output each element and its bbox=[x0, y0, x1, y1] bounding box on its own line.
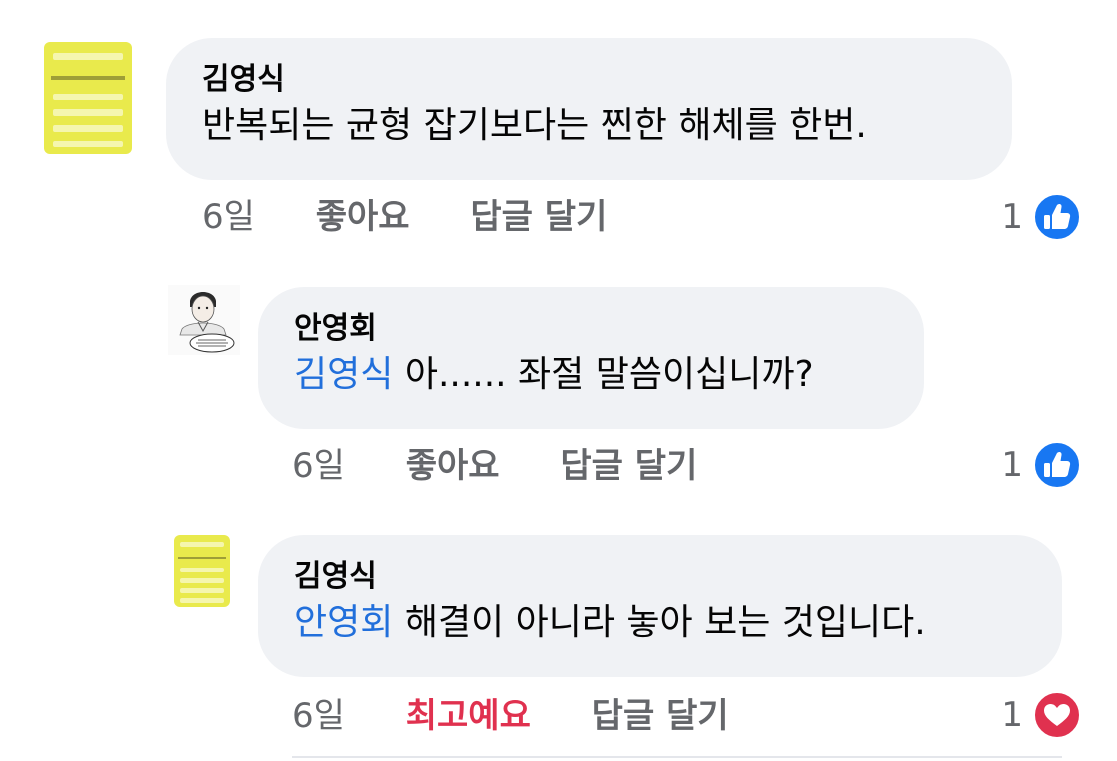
comment-author[interactable]: 김영식 bbox=[294, 557, 1026, 597]
comment: 김영식 안영회 해결이 아니라 놓아 보는 것입니다. 6일 최고예요 답글 달… bbox=[0, 0, 1117, 761]
divider bbox=[292, 756, 1062, 758]
avatar[interactable] bbox=[174, 535, 230, 607]
mention-link[interactable]: 안영회 bbox=[294, 602, 393, 643]
comment-bubble: 김영식 안영회 해결이 아니라 놓아 보는 것입니다. bbox=[258, 535, 1062, 677]
reply-button[interactable]: 답글 달기 bbox=[592, 694, 729, 738]
comment-text: 안영회 해결이 아니라 놓아 보는 것입니다. bbox=[294, 599, 1026, 647]
reaction-count: 1 bbox=[1001, 695, 1023, 735]
love-icon bbox=[1033, 691, 1081, 739]
comment-time[interactable]: 6일 bbox=[292, 694, 345, 738]
love-button[interactable]: 최고예요 bbox=[406, 694, 531, 738]
comment-actions: 6일 최고예요 답글 달기 bbox=[292, 694, 779, 738]
reaction-summary[interactable]: 1 bbox=[1001, 690, 1081, 740]
comment-body: 해결이 아니라 놓아 보는 것입니다. bbox=[393, 602, 926, 643]
